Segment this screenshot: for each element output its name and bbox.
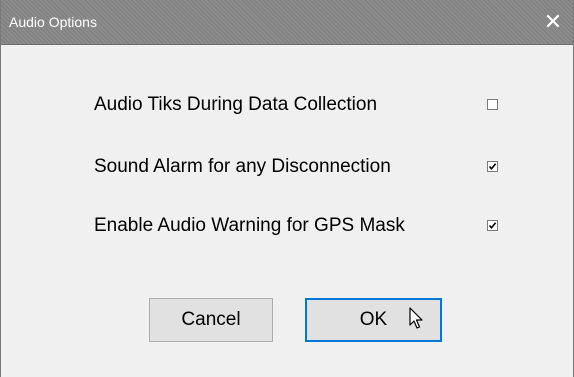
checkbox-audio-tiks[interactable] xyxy=(487,99,498,110)
option-label-sound-alarm: Sound Alarm for any Disconnection xyxy=(94,156,391,177)
option-label-audio-tiks: Audio Tiks During Data Collection xyxy=(94,94,378,115)
checkbox-gps-mask[interactable] xyxy=(487,220,498,231)
dialog-body: Audio Tiks During Data Collection Sound … xyxy=(1,45,573,377)
dialog-title: Audio Options xyxy=(9,14,97,30)
audio-options-dialog: Audio Options ✕ Audio Tiks During Data C… xyxy=(0,0,574,377)
mouse-pointer-icon xyxy=(409,307,423,329)
option-row-audio-tiks: Audio Tiks During Data Collection xyxy=(1,90,573,120)
checkbox-sound-alarm[interactable] xyxy=(487,161,498,172)
cancel-button[interactable]: Cancel xyxy=(149,298,273,342)
option-label-gps-mask: Enable Audio Warning for GPS Mask xyxy=(94,215,405,236)
option-row-sound-alarm: Sound Alarm for any Disconnection xyxy=(1,152,573,182)
checkmark-icon xyxy=(488,163,497,171)
title-bar[interactable]: Audio Options ✕ xyxy=(1,0,573,45)
close-icon[interactable]: ✕ xyxy=(533,0,573,44)
checkmark-icon xyxy=(488,222,497,230)
option-row-gps-mask: Enable Audio Warning for GPS Mask xyxy=(1,211,573,241)
